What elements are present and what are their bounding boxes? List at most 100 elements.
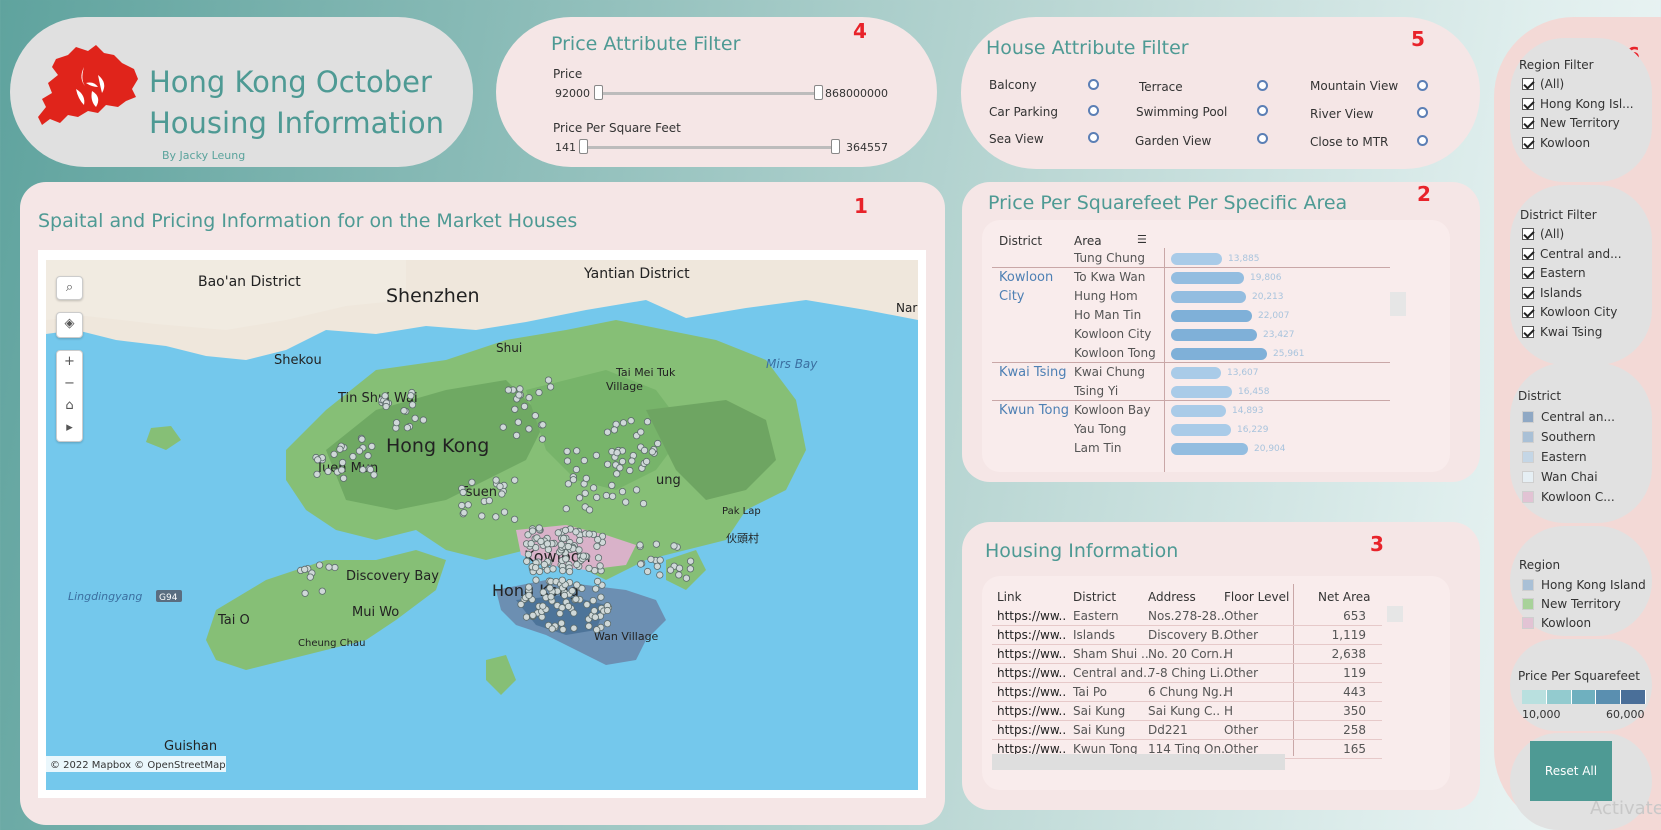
- area-bar[interactable]: [1171, 348, 1267, 360]
- house-marker[interactable]: [496, 482, 504, 490]
- region-filter-kowloon[interactable]: Kowloon: [1522, 136, 1590, 150]
- house-marker[interactable]: [639, 500, 648, 508]
- house-marker[interactable]: [525, 394, 533, 402]
- play-icon[interactable]: ▸: [57, 417, 82, 439]
- house-marker[interactable]: [543, 540, 551, 548]
- house-marker[interactable]: [512, 431, 521, 439]
- house-marker[interactable]: [616, 464, 624, 472]
- house-marker[interactable]: [636, 541, 644, 549]
- house-marker[interactable]: [464, 501, 472, 509]
- house-marker[interactable]: [564, 542, 572, 551]
- house-marker[interactable]: [364, 452, 372, 460]
- region-filter-hong-kong-island[interactable]: Hong Kong Isl...: [1522, 97, 1634, 111]
- house-marker[interactable]: [610, 426, 619, 434]
- house-marker[interactable]: [306, 573, 314, 581]
- house-marker[interactable]: [366, 465, 374, 474]
- map-layers-button[interactable]: ◈: [56, 312, 83, 338]
- house-marker[interactable]: [492, 513, 500, 521]
- house-marker[interactable]: [613, 449, 621, 457]
- house-marker[interactable]: [559, 566, 567, 575]
- house-marker[interactable]: [539, 588, 547, 596]
- house-marker[interactable]: [573, 581, 581, 589]
- house-marker[interactable]: [485, 497, 493, 505]
- house-marker[interactable]: [642, 457, 651, 466]
- price-slider-max-handle[interactable]: [814, 85, 823, 100]
- district-legend-item[interactable]: Wan Chai: [1522, 470, 1598, 484]
- house-marker[interactable]: [682, 574, 691, 582]
- radio-terrace[interactable]: [1257, 80, 1268, 91]
- house-marker[interactable]: [560, 591, 569, 599]
- house-marker[interactable]: [675, 564, 684, 572]
- house-marker[interactable]: [392, 419, 401, 427]
- house-marker[interactable]: [468, 478, 476, 486]
- house-marker[interactable]: [557, 540, 565, 549]
- house-marker[interactable]: [408, 401, 417, 409]
- checkbox-checked-icon[interactable]: [1522, 267, 1534, 279]
- house-marker[interactable]: [590, 607, 598, 615]
- house-marker[interactable]: [653, 562, 661, 570]
- house-marker[interactable]: [622, 498, 630, 506]
- house-marker[interactable]: [565, 567, 574, 576]
- checkbox-checked-icon[interactable]: [1522, 228, 1534, 240]
- psf-slider-max-handle[interactable]: [831, 139, 840, 154]
- house-marker[interactable]: [520, 402, 529, 410]
- house-marker[interactable]: [549, 565, 557, 573]
- house-marker[interactable]: [524, 550, 532, 558]
- house-marker[interactable]: [564, 602, 573, 610]
- checkbox-checked-icon[interactable]: [1522, 98, 1534, 110]
- house-marker[interactable]: [338, 466, 346, 474]
- radio-sea-view[interactable]: [1088, 132, 1099, 143]
- house-marker[interactable]: [628, 457, 636, 465]
- region-filter-new-territory[interactable]: New Territory: [1522, 116, 1620, 130]
- house-marker[interactable]: [324, 467, 332, 475]
- checkbox-checked-icon[interactable]: [1522, 78, 1534, 90]
- house-marker[interactable]: [522, 613, 531, 621]
- house-marker[interactable]: [573, 447, 581, 455]
- radio-close-to-mtr[interactable]: [1417, 135, 1428, 146]
- house-marker[interactable]: [593, 542, 601, 550]
- house-marker[interactable]: [540, 560, 548, 569]
- house-marker[interactable]: [525, 591, 533, 599]
- checkbox-checked-icon[interactable]: [1522, 137, 1534, 149]
- hong-kong-map[interactable]: Bao'an District Shenzhen Yantian Distric…: [46, 260, 918, 790]
- house-marker[interactable]: [382, 402, 390, 411]
- house-marker[interactable]: [640, 446, 649, 454]
- house-marker[interactable]: [579, 552, 588, 560]
- house-marker[interactable]: [460, 509, 468, 517]
- house-marker[interactable]: [523, 557, 531, 565]
- house-marker[interactable]: [546, 584, 554, 592]
- zoom-out-icon[interactable]: −: [57, 373, 82, 395]
- sort-icon[interactable]: ☰: [1137, 233, 1147, 246]
- house-marker[interactable]: [535, 524, 543, 532]
- house-marker[interactable]: [618, 457, 627, 466]
- house-marker[interactable]: [643, 418, 652, 426]
- house-marker[interactable]: [537, 537, 545, 545]
- house-marker[interactable]: [529, 611, 537, 619]
- house-marker[interactable]: [517, 600, 525, 608]
- house-marker[interactable]: [585, 564, 593, 572]
- house-marker[interactable]: [313, 470, 321, 478]
- area-bar[interactable]: [1171, 443, 1248, 455]
- house-marker[interactable]: [585, 530, 593, 538]
- house-marker[interactable]: [381, 392, 389, 400]
- area-bar[interactable]: [1171, 386, 1232, 398]
- house-marker[interactable]: [570, 624, 578, 632]
- psf-slider-min-handle[interactable]: [579, 139, 588, 154]
- checkbox-checked-icon[interactable]: [1522, 326, 1534, 338]
- radio-river-view[interactable]: [1417, 107, 1428, 118]
- house-marker[interactable]: [563, 457, 572, 465]
- district-filter-all[interactable]: (All): [1522, 227, 1564, 241]
- house-marker[interactable]: [648, 448, 656, 456]
- district-legend-item[interactable]: Southern: [1522, 430, 1596, 444]
- house-marker[interactable]: [613, 470, 621, 478]
- house-marker[interactable]: [608, 492, 617, 500]
- house-marker[interactable]: [594, 554, 603, 562]
- house-marker[interactable]: [585, 622, 593, 630]
- house-marker[interactable]: [589, 596, 597, 605]
- district-legend-item[interactable]: Central an...: [1522, 410, 1615, 424]
- district-filter-islands[interactable]: Islands: [1522, 286, 1582, 300]
- district-legend-item[interactable]: Kowloon C...: [1522, 490, 1615, 504]
- scrollbar-thumb[interactable]: [1390, 292, 1406, 316]
- area-bar[interactable]: [1171, 253, 1222, 265]
- district-filter-central[interactable]: Central and...: [1522, 247, 1622, 261]
